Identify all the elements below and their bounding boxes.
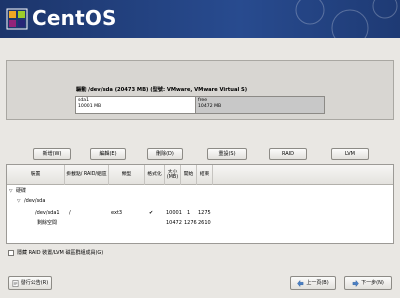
lvm-button[interactable]: LVM: [331, 148, 369, 160]
column-device[interactable]: 裝置: [7, 165, 65, 185]
arrow-right-icon: [352, 279, 359, 287]
size-cell: 10001: [166, 210, 182, 216]
table-row[interactable]: 剩餘空間 10472 1276 2610: [7, 219, 393, 228]
table-row[interactable]: ▽ 硬碟: [7, 187, 393, 196]
device-cell: 剩餘空間: [37, 220, 58, 226]
column-type[interactable]: 類型: [109, 165, 145, 185]
column-size[interactable]: 大小 (MB): [165, 165, 181, 185]
partition-table: 裝置 掛載點/ RAID/組區 類型 格式化 大小 (MB) 開始 結束 ▽ 硬…: [6, 164, 394, 244]
partition-size: 10472 MB: [198, 104, 222, 109]
hide-raid-label: 隱藏 RAID 裝置/LVM 磁區群組成員(G): [17, 250, 104, 256]
mount-cell: /: [69, 210, 71, 216]
document-icon: [12, 279, 19, 287]
device-cell: /dev/sda: [24, 198, 46, 204]
start-cell: 1276: [184, 220, 197, 226]
partition-bar: sda1 10001 MB free 10472 MB: [75, 96, 325, 114]
next-button[interactable]: 下一步(N): [344, 276, 392, 290]
back-label: 上一頁(B): [306, 280, 329, 286]
partition-sda1[interactable]: sda1 10001 MB: [76, 97, 196, 113]
expander-icon[interactable]: ▽: [17, 197, 20, 206]
type-cell: ext3: [111, 210, 123, 216]
centos-logo-icon: [6, 8, 28, 30]
end-cell: 1275: [198, 210, 211, 216]
raid-button[interactable]: RAID: [269, 148, 307, 160]
brand-name: CentOS: [32, 6, 117, 30]
column-mount[interactable]: 掛載點/ RAID/組區: [65, 165, 109, 185]
release-notes-button[interactable]: 發行公告(R): [8, 276, 52, 290]
header-banner: CentOS: [0, 0, 400, 38]
column-start[interactable]: 開始: [181, 165, 197, 185]
new-button[interactable]: 新增(W): [33, 148, 71, 160]
column-end[interactable]: 結束: [197, 165, 213, 185]
column-format[interactable]: 格式化: [145, 165, 165, 185]
delete-button[interactable]: 刪除(D): [147, 148, 183, 160]
disk-title: 驅動 /dev/sda (20473 MB) (型號: VMware, VMwa…: [76, 87, 248, 93]
release-notes-label: 發行公告(R): [20, 280, 49, 286]
end-cell: 2610: [198, 220, 211, 226]
device-cell: /dev/sda1: [35, 210, 60, 216]
reset-button[interactable]: 重設(S): [207, 148, 247, 160]
device-cell: 硬碟: [16, 188, 27, 194]
table-header: 裝置 掛載點/ RAID/組區 類型 格式化 大小 (MB) 開始 結束: [7, 165, 393, 185]
partition-size: 10001 MB: [78, 104, 102, 109]
decorative-swirl: [295, 0, 398, 38]
arrow-left-icon: [297, 279, 304, 287]
size-cell: 10472: [166, 220, 182, 226]
hide-raid-checkbox[interactable]: [8, 250, 14, 256]
expander-icon[interactable]: ▽: [9, 187, 12, 196]
table-row[interactable]: ▽ /dev/sda: [7, 197, 393, 206]
format-check-icon: ✔: [149, 210, 154, 216]
edit-button[interactable]: 編輯(E): [90, 148, 126, 160]
start-cell: 1: [187, 210, 191, 216]
table-row[interactable]: /dev/sda1 / ext3 ✔ 10001 1 1275: [7, 209, 393, 218]
partition-free[interactable]: free 10472 MB: [196, 97, 324, 113]
back-button[interactable]: 上一頁(B): [290, 276, 336, 290]
next-label: 下一步(N): [361, 280, 384, 286]
